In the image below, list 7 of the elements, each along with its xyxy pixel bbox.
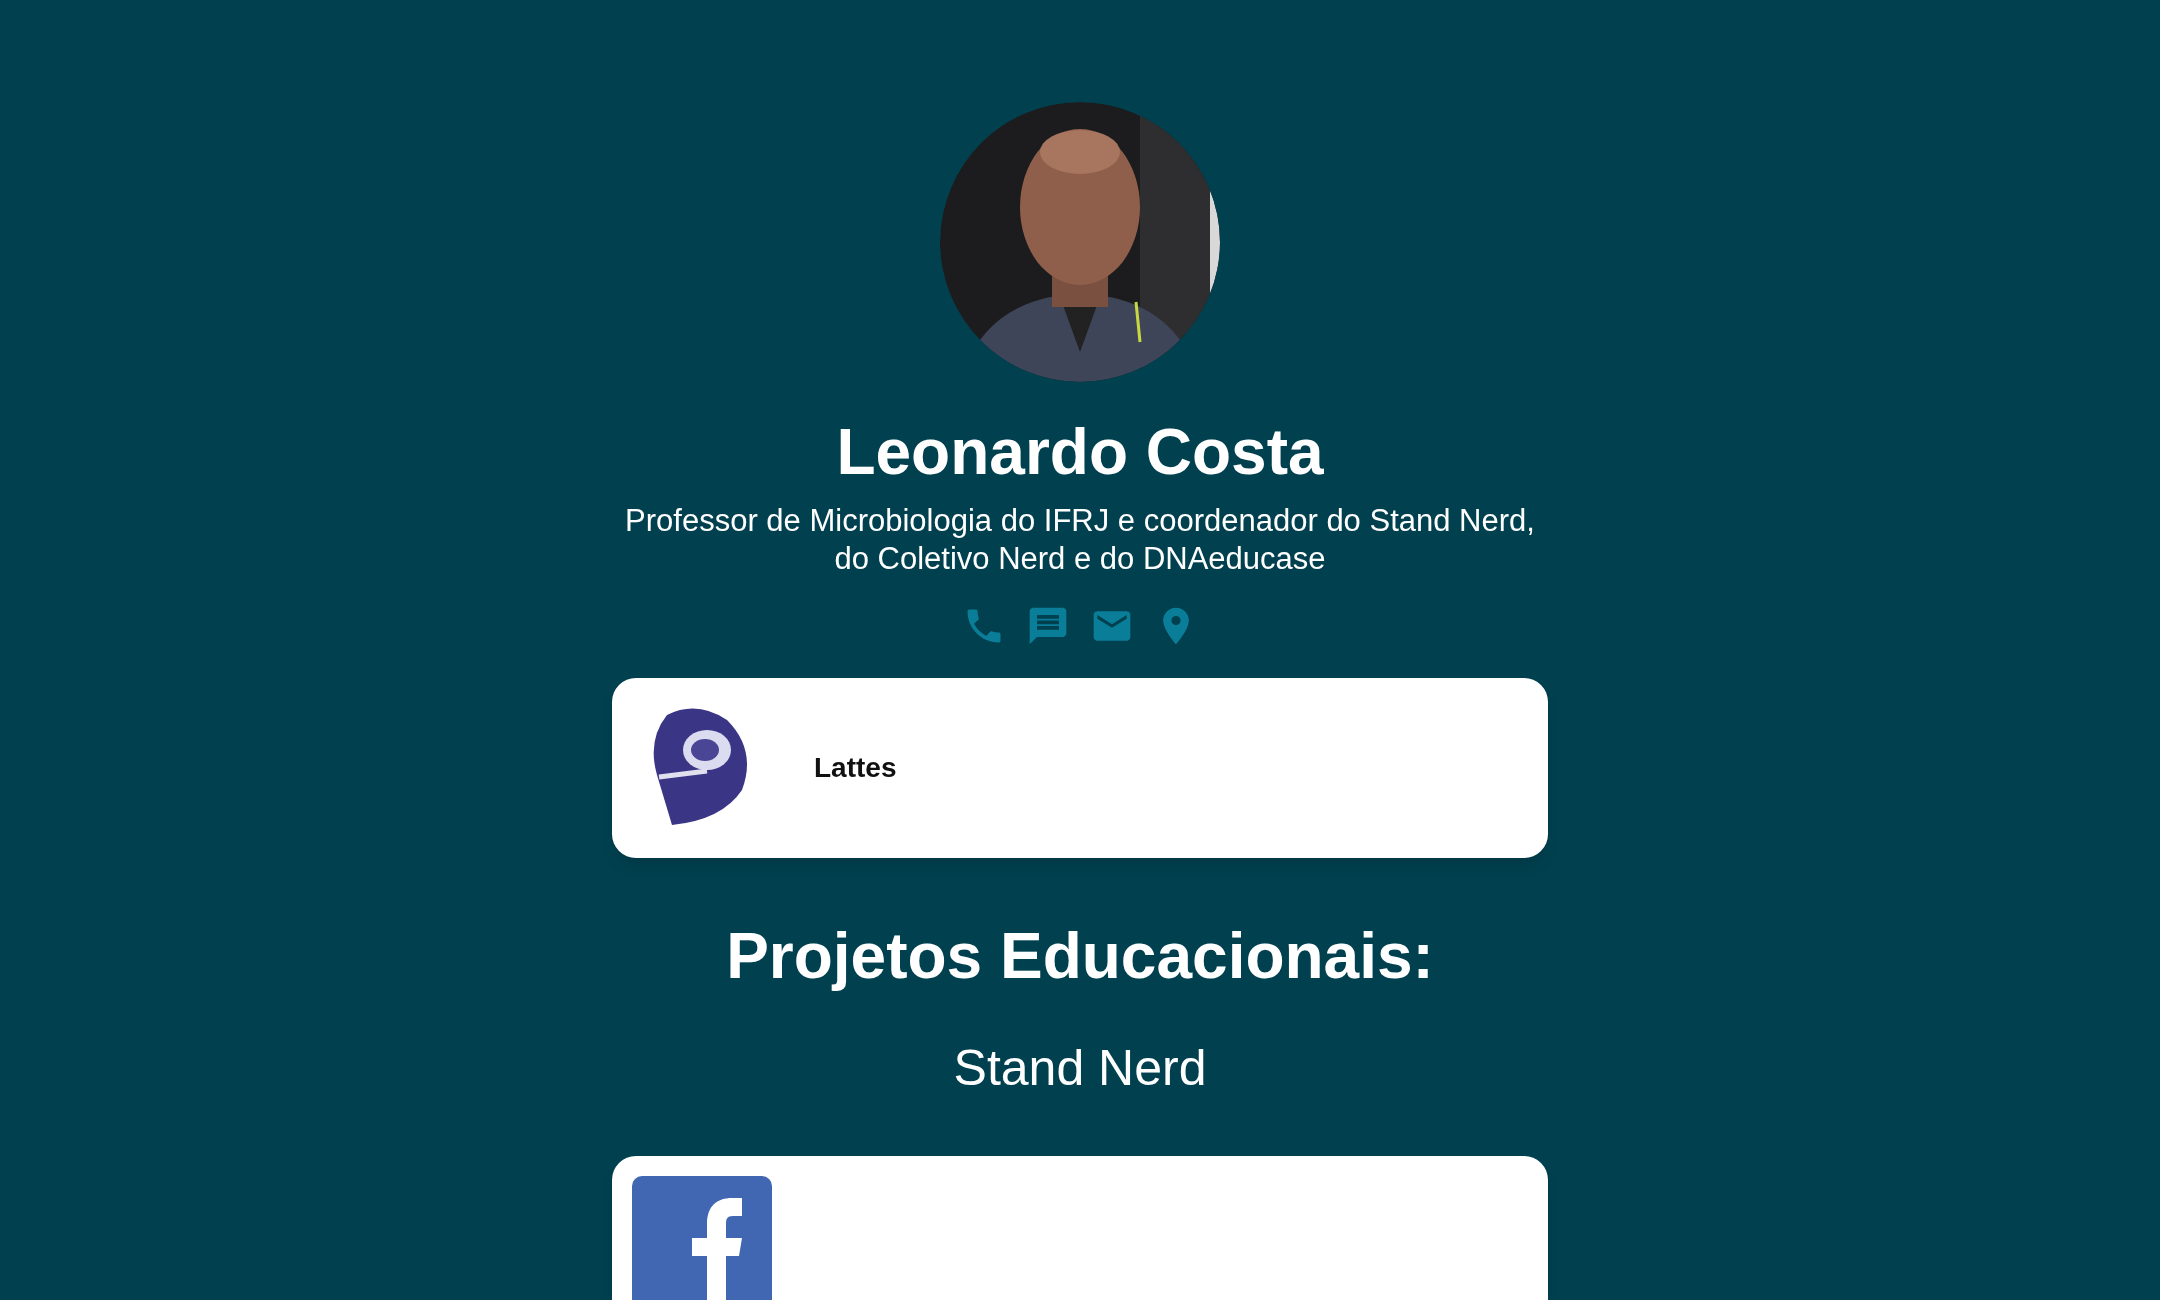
link-card[interactable]: Lattes [612, 678, 1548, 858]
profile-bio: Professor de Microbiologia do IFRJ e coordenador do Stand Nerd, do Coletivo Nerd e do DNAeducase [624, 502, 1536, 578]
section-subheading: Stand Nerd [953, 1039, 1207, 1098]
profile-name: Leonardo Costa [836, 415, 1324, 490]
link-card[interactable] [612, 1156, 1548, 1300]
section-heading: Projetos Educacionais: [726, 919, 1434, 994]
facebook-logo-icon [632, 1176, 772, 1300]
